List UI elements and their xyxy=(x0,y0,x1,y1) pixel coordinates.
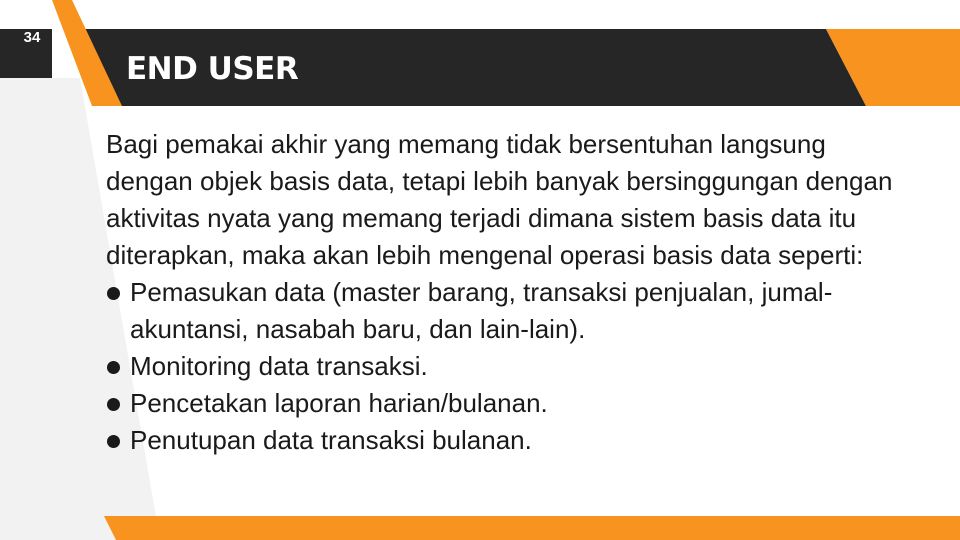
intro-paragraph: Bagi pemakai akhir yang memang tidak ber… xyxy=(106,129,893,270)
bullet-item: Penutupan data transaksi bulanan. xyxy=(106,422,916,459)
bullet-icon xyxy=(107,287,120,300)
bullet-text: Penutupan data transaksi bulanan. xyxy=(130,425,532,455)
slide-title: END USER xyxy=(126,51,299,87)
bullet-list: Pemasukan data (master barang, transaksi… xyxy=(106,274,916,459)
bullet-text: Pemasukan data (master barang, transaksi… xyxy=(130,277,833,344)
bullet-icon xyxy=(107,435,120,448)
bullet-item: Monitoring data transaksi. xyxy=(106,348,916,385)
accent-bottom-bar xyxy=(104,516,960,540)
slide-number: 34 xyxy=(23,29,41,46)
bullet-text: Monitoring data transaksi. xyxy=(130,351,428,381)
bullet-icon xyxy=(107,361,120,374)
bullet-item: Pencetakan laporan harian/bulanan. xyxy=(106,385,916,422)
bullet-item: Pemasukan data (master barang, transaksi… xyxy=(106,274,916,348)
slide-body: Bagi pemakai akhir yang memang tidak ber… xyxy=(106,126,916,459)
bullet-text: Pencetakan laporan harian/bulanan. xyxy=(130,388,548,418)
bullet-icon xyxy=(107,398,120,411)
